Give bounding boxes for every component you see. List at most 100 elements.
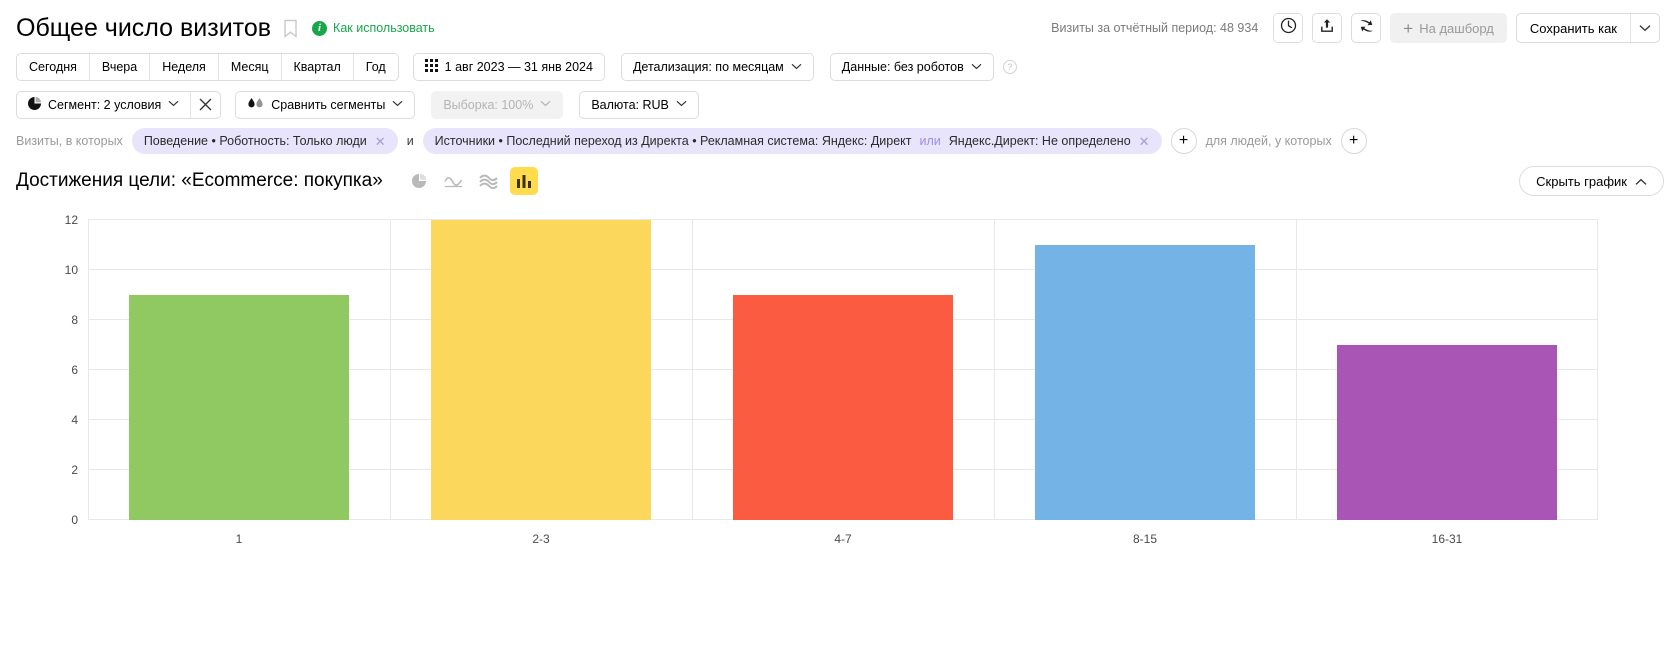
- bar[interactable]: [732, 295, 954, 520]
- filter-chip-label-after: Яндекс.Директ: Не определено: [948, 134, 1131, 148]
- segment-button[interactable]: Сегмент: 2 условия: [17, 92, 190, 118]
- segment-label: Сегмент: 2 условия: [48, 97, 162, 112]
- chevron-down-icon: [1639, 25, 1651, 32]
- header-actions: Визиты за отчётный период: 48 934 + На д…: [1051, 13, 1664, 43]
- x-axis-tick: 16-31: [1431, 532, 1463, 546]
- chevron-down-icon: [676, 99, 687, 110]
- x-axis-tick: 8-15: [1132, 532, 1158, 546]
- bar-group[interactable]: 8-15: [994, 220, 1296, 546]
- filter-chip-robotness[interactable]: Поведение • Роботность: Только люди ✕: [131, 128, 398, 154]
- hide-chart-button[interactable]: Скрыть график: [1519, 166, 1664, 196]
- save-as-button-group: Сохранить как: [1515, 13, 1660, 43]
- y-axis-tick: 2: [71, 463, 78, 477]
- bar-chart-icon[interactable]: [509, 167, 538, 195]
- info-icon: i: [312, 20, 328, 36]
- compare-icon: [1358, 18, 1375, 39]
- bar[interactable]: [128, 295, 350, 520]
- data-filter-label: Данные: без роботов: [841, 60, 964, 74]
- droplets-icon: [247, 97, 264, 113]
- sample-rate-label: Выборка: 100%: [443, 97, 534, 112]
- filter-chip-label: Поведение • Роботность: Только люди: [143, 134, 367, 148]
- chart-plot[interactable]: 0 2 4 6 8 10 12 1 2-3 4-7 8-15 16-31: [65, 213, 1598, 546]
- period-preset-week[interactable]: Неделя: [150, 54, 219, 80]
- page-header: Общее число визитов i Как использовать В…: [0, 0, 1680, 46]
- y-axis-tick: 12: [64, 213, 78, 227]
- date-range-picker[interactable]: 1 авг 2023 — 31 янв 2024: [412, 53, 605, 81]
- detail-level-label: Детализация: по месяцам: [632, 60, 784, 74]
- period-preset-quarter[interactable]: Квартал: [282, 54, 354, 80]
- y-axis-tick: 6: [71, 363, 78, 377]
- bar-group[interactable]: 16-31: [1296, 220, 1598, 546]
- add-people-condition-button[interactable]: +: [1340, 128, 1367, 154]
- chevron-down-icon: [540, 99, 551, 110]
- close-icon[interactable]: ✕: [375, 135, 386, 148]
- how-to-use-label: Как использовать: [333, 21, 435, 35]
- filter-prefix-label: Визиты, в которых: [16, 134, 123, 148]
- hide-chart-label: Скрыть график: [1536, 173, 1627, 189]
- chevron-up-icon: [1635, 174, 1647, 189]
- date-range-label: 1 авг 2023 — 31 янв 2024: [444, 60, 593, 74]
- history-button[interactable]: [1273, 13, 1304, 43]
- share-icon: [1319, 17, 1335, 39]
- filter-conditions-bar: Визиты, в которых Поведение • Роботность…: [0, 118, 1680, 154]
- period-toolbar: Сегодня Вчера Неделя Месяц Квартал Год 1…: [0, 46, 1680, 82]
- filter-chip-label-before: Источники • Последний переход из Директа…: [434, 134, 912, 148]
- bar[interactable]: [430, 220, 652, 520]
- line-chart-icon[interactable]: [440, 167, 468, 195]
- bar-series: 1 2-3 4-7 8-15 16-31: [88, 220, 1598, 546]
- area-chart-icon[interactable]: [475, 167, 503, 195]
- currency-dropdown[interactable]: Валюта: RUB: [579, 90, 699, 119]
- period-preset-year[interactable]: Год: [354, 54, 398, 80]
- chevron-down-icon: [168, 99, 179, 110]
- bar-group[interactable]: 2-3: [390, 220, 692, 546]
- currency-label: Валюта: RUB: [591, 97, 669, 112]
- y-axis-tick: 0: [71, 513, 78, 527]
- x-axis-tick: 4-7: [834, 532, 852, 546]
- plus-icon: +: [1403, 18, 1414, 38]
- y-axis-tick: 8: [71, 313, 78, 327]
- y-axis-tick: 4: [71, 413, 78, 427]
- bar-group[interactable]: 1: [88, 220, 390, 546]
- sample-rate-dropdown[interactable]: Выборка: 100%: [431, 90, 564, 119]
- y-axis-tick: 10: [64, 263, 78, 277]
- chevron-down-icon: [392, 99, 403, 110]
- add-to-dashboard-label: На дашборд: [1419, 20, 1494, 36]
- filter-chip-sources[interactable]: Источники • Последний переход из Директа…: [422, 128, 1162, 154]
- filter-conjunction-label: и: [406, 134, 414, 148]
- data-filter-dropdown[interactable]: Данные: без роботов: [829, 53, 994, 81]
- compare-segments-button[interactable]: Сравнить сегменты: [235, 90, 416, 119]
- bookmark-icon[interactable]: [283, 19, 298, 38]
- add-visit-condition-button[interactable]: +: [1170, 128, 1197, 154]
- segment-control: Сегмент: 2 условия: [16, 90, 222, 119]
- chevron-down-icon: [791, 62, 802, 73]
- add-to-dashboard-button[interactable]: + На дашборд: [1390, 13, 1507, 43]
- chevron-down-icon: [971, 62, 982, 73]
- export-button[interactable]: [1312, 13, 1343, 43]
- filter-suffix-label: для людей, у которых: [1205, 134, 1332, 148]
- period-preset-group: Сегодня Вчера Неделя Месяц Квартал Год: [16, 53, 399, 81]
- period-preset-today[interactable]: Сегодня: [17, 54, 90, 80]
- bar[interactable]: [1034, 245, 1256, 520]
- period-preset-yesterday[interactable]: Вчера: [90, 54, 151, 80]
- page-title: Общее число визитов: [16, 14, 272, 42]
- save-as-dropdown-button[interactable]: [1630, 14, 1659, 42]
- bar[interactable]: [1336, 345, 1558, 520]
- pie-chart-icon[interactable]: [405, 167, 433, 195]
- save-as-button[interactable]: Сохранить как: [1517, 14, 1630, 42]
- chart-header: Достижения цели: «Ecommerce: покупка» Ск…: [0, 152, 1680, 196]
- compare-segments-label: Сравнить сегменты: [271, 97, 386, 112]
- clock-icon: [1280, 17, 1297, 39]
- chart-area: 0 2 4 6 8 10 12 1 2-3 4-7 8-15 16-31: [16, 212, 1664, 552]
- filter-chip-or: или: [919, 134, 941, 148]
- period-preset-month[interactable]: Месяц: [219, 54, 282, 80]
- segment-clear-button[interactable]: [190, 91, 220, 118]
- close-icon: [199, 98, 212, 111]
- compare-button[interactable]: [1351, 13, 1382, 43]
- bar-group[interactable]: 4-7: [692, 220, 994, 546]
- x-axis-tick: 1: [235, 532, 243, 546]
- close-icon[interactable]: ✕: [1139, 135, 1150, 148]
- detail-level-dropdown[interactable]: Детализация: по месяцам: [620, 53, 814, 81]
- help-icon[interactable]: ?: [1002, 60, 1017, 74]
- how-to-use-link[interactable]: i Как использовать: [312, 20, 435, 36]
- visits-summary: Визиты за отчётный период: 48 934: [1051, 21, 1259, 35]
